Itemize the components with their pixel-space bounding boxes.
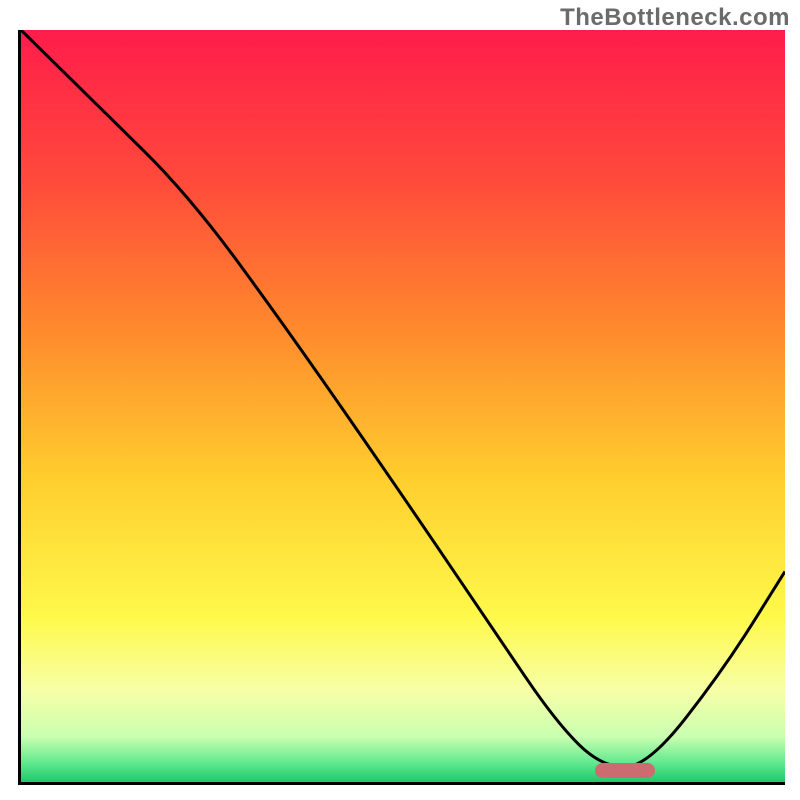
chart-plot-area — [18, 30, 785, 785]
chart-svg — [21, 30, 785, 782]
optimal-range-marker — [595, 763, 655, 778]
watermark-text: TheBottleneck.com — [560, 4, 790, 32]
